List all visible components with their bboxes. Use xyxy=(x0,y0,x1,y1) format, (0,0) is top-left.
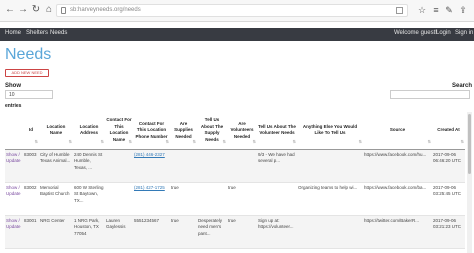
cell-volunteers-needed: true xyxy=(227,215,257,249)
search-label: Search xyxy=(452,83,473,89)
sort-icon: ⇅ xyxy=(128,139,132,144)
entries-label: entries xyxy=(5,103,22,109)
show-update-link[interactable]: Show / Update xyxy=(6,152,21,164)
cell-location-name: City of Humble Texas Animal... xyxy=(39,149,73,183)
address-bar[interactable]: sb:harveyneeds.org/needs xyxy=(56,4,408,17)
cell-id: 83001 xyxy=(23,215,39,249)
column-header-actions xyxy=(5,112,23,150)
nav-sign-in[interactable]: Sign in xyxy=(455,30,473,36)
cell-created-at: 2017-09-06 06:46:20 UTC xyxy=(432,149,465,183)
cell-id: 83002 xyxy=(23,182,39,216)
url-text: sb:harveyneeds.org/needs xyxy=(70,7,141,13)
cell-volunteers-needed: true xyxy=(227,182,257,216)
cell-contact-name: Lauren Gaylessis xyxy=(105,215,133,249)
cell-supply-needs xyxy=(197,182,227,216)
sort-icon: ⇅ xyxy=(68,139,72,144)
browser-toolbar: ← → ↻ ⌂ sb:harveyneeds.org/needs ☆ ≡ ✎ ⇪ xyxy=(0,0,474,22)
show-update-link[interactable]: Show / Update xyxy=(6,185,21,197)
nav-home[interactable]: Home xyxy=(5,30,21,36)
sort-icon: ⇅ xyxy=(252,139,256,144)
cell-created-at: 2017-09-06 03:25:45 UTC xyxy=(432,182,465,216)
cell-contact-phone: 5551234567 xyxy=(133,215,170,249)
cell-created-at: 2017-09-06 03:21:23 UTC xyxy=(432,215,465,249)
nav-needs[interactable]: Needs xyxy=(50,30,67,36)
table-row: Show / Update 83001 NRG Center 1 NRG Par… xyxy=(5,215,465,249)
cell-anything-else xyxy=(297,215,363,249)
home-icon[interactable]: ⌂ xyxy=(43,4,55,16)
cell-anything-else: Organizing teams to help wi... xyxy=(298,184,358,190)
column-header-anything-else[interactable]: Anything Else You Would Like To Tell Us ⇅ xyxy=(297,112,363,150)
column-header-location-address[interactable]: Location Address ⇅ xyxy=(73,112,105,150)
cell-contact-name xyxy=(105,182,133,216)
cell-supply-needs xyxy=(197,149,227,183)
scrollbar-thumb[interactable] xyxy=(468,114,471,174)
welcome-text: Welcome guest! xyxy=(394,30,437,36)
sort-icon: ⇅ xyxy=(192,139,196,144)
column-header-source[interactable]: Source ⇅ xyxy=(363,112,432,150)
cell-location-address: 240 Dennis St Humble, Texas, ... xyxy=(73,149,105,183)
hub-icon[interactable]: ≡ xyxy=(430,4,442,16)
column-header-volunteer-needs[interactable]: Tell Us About The Volunteer Needs ⇅ xyxy=(257,112,297,150)
sort-icon: ⇅ xyxy=(358,139,362,144)
cell-location-name: NRG Center xyxy=(39,215,73,249)
column-header-location-name[interactable]: Location Name ⇅ xyxy=(39,112,73,150)
column-header-supplies-needed[interactable]: Are Supplies Needed ⇅ xyxy=(170,112,197,150)
cell-contact-name xyxy=(105,149,133,183)
cell-source: https://www.facebook.com/ba... xyxy=(364,184,427,190)
reload-icon[interactable]: ↻ xyxy=(30,4,42,16)
favorite-star-icon[interactable]: ☆ xyxy=(416,4,428,16)
table-row: Show / Update 83003 City of Humble Texas… xyxy=(5,149,465,183)
show-entries-select[interactable]: 10 xyxy=(5,90,53,99)
table-row: Show / Update 83002 Memorial Baptist Chu… xyxy=(5,182,465,216)
needs-table: Id ⇅ Location Name ⇅ Location Address ⇅ Con… xyxy=(5,112,465,249)
search-input[interactable] xyxy=(390,90,470,99)
vertical-scrollbar[interactable] xyxy=(467,112,472,253)
tab-view-icon[interactable] xyxy=(396,7,403,14)
cell-supplies-needed: true xyxy=(170,215,197,249)
nav-shelters[interactable]: Shelters xyxy=(26,30,48,36)
back-arrow-icon[interactable]: ← xyxy=(4,4,16,16)
app-navbar: Home Shelters Needs Welcome guest! Login… xyxy=(0,28,474,41)
notes-icon[interactable]: ✎ xyxy=(443,4,455,16)
needs-table-container: Id ⇅ Location Name ⇅ Location Address ⇅ Con… xyxy=(5,112,465,253)
add-new-need-button[interactable]: ADD NEW NEED xyxy=(5,69,49,77)
sort-icon: ⇅ xyxy=(222,139,226,144)
column-header-created-at[interactable]: Created At ⇅ xyxy=(432,112,465,150)
cell-source: https://twitter.com/BakerR... xyxy=(364,217,420,223)
cell-location-name: Memorial Baptist Church xyxy=(39,182,73,216)
phone-link[interactable]: (281) 427-1725 xyxy=(134,185,165,190)
cell-supply-needs: Desperately need men's pant... xyxy=(197,215,227,249)
sort-icon: ⇅ xyxy=(165,139,169,144)
cell-supplies-needed xyxy=(170,149,197,183)
column-header-volunteers-needed[interactable]: Are Volunteers Needed ⇅ xyxy=(227,112,257,150)
sort-icon: ⇅ xyxy=(34,139,38,144)
forward-arrow-icon[interactable]: → xyxy=(17,4,29,16)
cell-volunteer-needs: 9/3 - We have had several p... xyxy=(257,149,297,183)
cell-volunteer-needs xyxy=(257,182,297,216)
column-header-contact-phone[interactable]: Contact For This Location Phone Number ⇅ xyxy=(133,112,170,150)
cell-supplies-needed: true xyxy=(170,182,197,216)
page-title: Needs xyxy=(5,46,52,63)
show-label: Show xyxy=(5,83,21,89)
table-header-row: Id ⇅ Location Name ⇅ Location Address ⇅ Con… xyxy=(5,112,465,150)
phone-link[interactable]: (281) 446-2327 xyxy=(134,152,165,157)
sort-icon: ⇅ xyxy=(292,139,296,144)
share-icon[interactable]: ⇪ xyxy=(457,4,469,16)
show-update-link[interactable]: Show / Update xyxy=(6,218,21,230)
cell-id: 83003 xyxy=(23,149,39,183)
nav-login[interactable]: Login xyxy=(436,30,451,36)
lock-icon xyxy=(61,7,66,14)
sort-icon: ⇅ xyxy=(100,139,104,144)
cell-volunteers-needed xyxy=(227,149,257,183)
cell-volunteer-needs: Sign up at: https://volunteer... xyxy=(257,215,297,249)
cell-source: https://www.facebook.com/hu... xyxy=(364,151,427,157)
sort-icon: ⇅ xyxy=(427,139,431,144)
sort-icon: ⇅ xyxy=(460,139,464,144)
column-header-contact-name[interactable]: Contact For This Location Name ⇅ xyxy=(105,112,133,150)
cell-anything-else xyxy=(297,149,363,183)
cell-location-address: 600 W Sterling St Baytown, TX... xyxy=(73,182,105,216)
cell-location-address: 1 NRG Park, Houston, TX 77054 xyxy=(73,215,105,249)
column-header-supply-needs[interactable]: Tell Us About The Supply Needs ⇅ xyxy=(197,112,227,150)
column-header-id[interactable]: Id ⇅ xyxy=(23,112,39,150)
